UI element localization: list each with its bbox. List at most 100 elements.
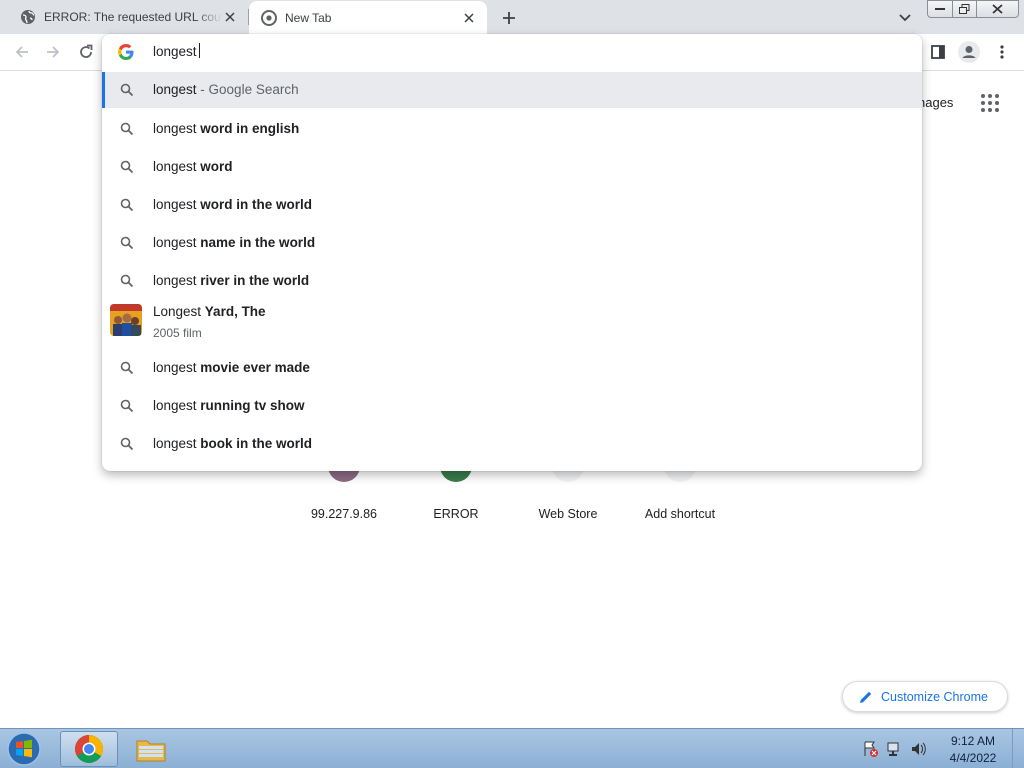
omnibox-suggestion[interactable]: longest word in english xyxy=(102,110,922,148)
minimize-button[interactable] xyxy=(927,0,953,18)
side-panel-icon xyxy=(931,45,945,59)
folder-icon xyxy=(136,740,166,762)
tab-close-icon[interactable] xyxy=(222,9,238,25)
volume-icon xyxy=(912,742,926,756)
suggestion-prefix: longest xyxy=(153,398,201,413)
omnibox-suggestion[interactable]: longest movie ever made xyxy=(102,349,922,387)
google-g-icon xyxy=(118,44,134,60)
omnibox-suggestion[interactable]: longest book in the world xyxy=(102,425,922,463)
suggestion-prefix: longest xyxy=(153,159,201,174)
suggestion-text: Longest Yard, The xyxy=(153,304,266,319)
suggestion-text: longest book in the world xyxy=(153,436,312,451)
search-icon xyxy=(120,361,134,375)
network-icon xyxy=(887,742,899,756)
shortcut-label: Add shortcut xyxy=(644,507,716,521)
omnibox-suggestion[interactable]: longest word xyxy=(102,148,922,186)
suggestion-text: longest river in the world xyxy=(153,273,309,288)
window-close-button[interactable] xyxy=(976,0,1019,18)
suggestion-prefix: longest xyxy=(153,436,201,451)
search-icon xyxy=(120,399,134,413)
suggestion-completion: river in the world xyxy=(200,273,310,288)
text-caret xyxy=(198,43,200,58)
tab-new-tab[interactable]: New Tab xyxy=(249,1,487,34)
chevron-down-icon xyxy=(899,14,911,22)
arrow-left-icon xyxy=(15,46,28,58)
action-center-flag-icon xyxy=(864,741,878,757)
back-button[interactable] xyxy=(10,40,34,64)
screen: ERROR: The requested URL could not be re… xyxy=(0,0,1024,768)
suggestion-prefix: longest xyxy=(153,82,197,97)
tab-strip: ERROR: The requested URL could not be re… xyxy=(0,0,1024,34)
suggestion-subtitle: 2005 film xyxy=(153,326,202,340)
suggestion-prefix: longest xyxy=(153,360,201,375)
omnibox-suggestion[interactable]: longest running tv show xyxy=(102,387,922,425)
omnibox-suggestion[interactable]: longest word in the world xyxy=(102,186,922,224)
suggestion-text: longest running tv show xyxy=(153,398,305,413)
omnibox-dropdown: longest longest - Google Search longest w… xyxy=(102,34,922,471)
restore-icon xyxy=(959,4,970,14)
suggestion-hint: - Google Search xyxy=(196,82,299,97)
search-icon xyxy=(120,160,134,174)
customize-chrome-button[interactable]: Customize Chrome xyxy=(842,681,1008,712)
profile-button[interactable] xyxy=(957,40,981,64)
omnibox-suggestion[interactable]: longest river in the world xyxy=(102,262,922,300)
suggestion-text: longest word xyxy=(153,159,233,174)
system-tray xyxy=(862,739,934,759)
suggestion-completion: Yard, The xyxy=(204,304,266,319)
arrow-right-icon xyxy=(47,46,60,58)
forward-button[interactable] xyxy=(41,40,65,64)
show-desktop-button[interactable] xyxy=(1012,729,1024,768)
shortcut-label: Web Store xyxy=(538,507,598,521)
suggestion-text: longest name in the world xyxy=(153,235,315,250)
suggestion-completion: word in the world xyxy=(200,197,313,212)
chrome-menu-button[interactable] xyxy=(990,40,1014,64)
suggestion-prefix: longest xyxy=(153,235,201,250)
reload-button[interactable] xyxy=(74,40,98,64)
chrome-newtab-icon xyxy=(261,9,277,26)
plus-icon xyxy=(503,12,515,24)
search-icon xyxy=(120,122,134,136)
suggestion-text: longest word in english xyxy=(153,121,299,136)
suggestion-prefix: longest xyxy=(153,121,201,136)
suggestion-completion: book in the world xyxy=(200,436,313,451)
tab-error[interactable]: ERROR: The requested URL could not be re… xyxy=(8,0,248,34)
suggestion-text: longest word in the world xyxy=(153,197,312,212)
globe-icon xyxy=(21,10,35,24)
tab-title: New Tab xyxy=(285,10,332,25)
tab-search-button[interactable] xyxy=(895,8,915,28)
taskbar-chrome-button[interactable] xyxy=(60,731,118,767)
search-icon xyxy=(120,83,134,97)
search-icon xyxy=(120,274,134,288)
windows-logo-icon xyxy=(7,732,41,766)
suggestion-prefix: longest xyxy=(153,197,201,212)
suggestion-text: longest - Google Search xyxy=(153,82,299,97)
chrome-logo-icon xyxy=(75,735,103,763)
suggestion-completion: word xyxy=(200,159,233,174)
clock-time[interactable]: 9:12 AM xyxy=(944,734,1002,748)
taskbar-explorer-button[interactable] xyxy=(122,731,180,767)
omnibox-input[interactable]: longest xyxy=(153,43,200,59)
windows-taskbar: 9:12 AM 4/4/2022 xyxy=(0,728,1024,768)
shortcut-label: ERROR xyxy=(433,507,479,521)
google-apps-icon[interactable] xyxy=(981,94,999,112)
new-tab-button[interactable] xyxy=(498,7,520,29)
reload-icon xyxy=(80,44,93,58)
omnibox-suggestion[interactable]: longest - Google Search xyxy=(102,72,922,108)
start-button[interactable] xyxy=(4,731,48,767)
pencil-icon xyxy=(860,691,872,703)
suggestion-completion: name in the world xyxy=(200,235,316,250)
tab-close-icon[interactable] xyxy=(461,10,477,26)
omnibox-suggestion[interactable]: Longest Yard, The 2005 film xyxy=(102,300,922,348)
search-icon xyxy=(120,236,134,250)
suggestion-completion: running tv show xyxy=(200,398,305,413)
images-link[interactable]: nages xyxy=(918,95,953,110)
omnibox-suggestion[interactable]: longest name in the world xyxy=(102,224,922,262)
suggestion-prefix: longest xyxy=(153,273,201,288)
suggestion-prefix: Longest xyxy=(153,304,205,319)
side-panel-button[interactable] xyxy=(926,40,950,64)
clock-date[interactable]: 4/4/2022 xyxy=(944,751,1002,765)
restore-button[interactable] xyxy=(952,0,977,18)
shortcut-label: 99.227.9.86 xyxy=(310,507,378,521)
search-icon xyxy=(120,198,134,212)
more-vert-icon xyxy=(1000,45,1004,59)
